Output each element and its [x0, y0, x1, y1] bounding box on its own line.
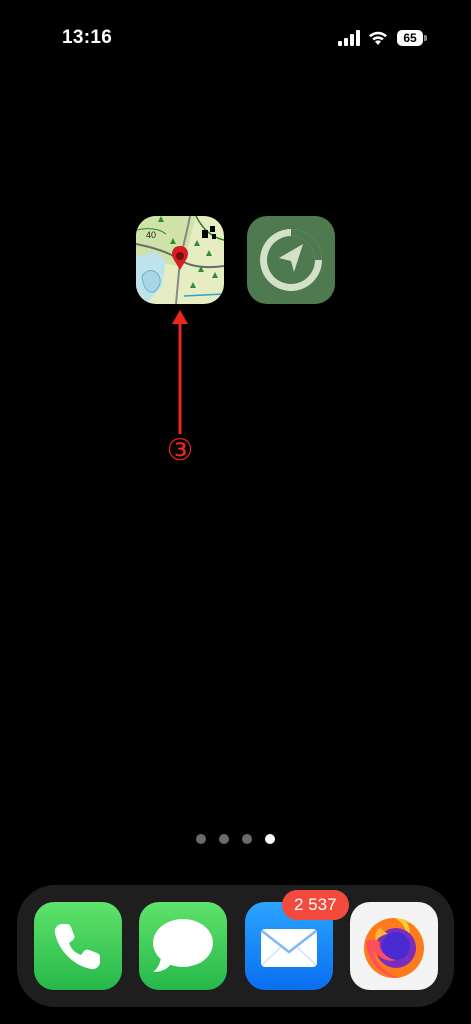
battery-level: 65	[397, 30, 423, 46]
status-bar: 13:16 65	[0, 0, 471, 70]
navigation-compass-app-icon[interactable]	[247, 216, 335, 304]
page-dot-active[interactable]	[265, 834, 275, 844]
page-dot[interactable]	[219, 834, 229, 844]
signal-icon	[338, 30, 360, 46]
mail-unread-badge: 2 537	[282, 890, 349, 920]
topographic-map-app-icon[interactable]: 40	[136, 216, 224, 304]
firefox-icon	[364, 918, 424, 978]
topo-map-graphic: 40	[136, 216, 224, 304]
annotation-step-label: ③	[166, 433, 194, 468]
battery-icon: 65	[397, 30, 429, 46]
compass-graphic	[260, 229, 322, 291]
annotation-arrow	[172, 310, 188, 434]
firefox-app-icon[interactable]	[350, 902, 438, 990]
page-dot[interactable]	[242, 834, 252, 844]
page-dot[interactable]	[196, 834, 206, 844]
wifi-icon	[369, 31, 387, 45]
phone-app-icon[interactable]	[34, 902, 122, 990]
svg-text:40: 40	[146, 230, 156, 240]
messages-icon	[153, 919, 213, 972]
battery-cap	[424, 35, 427, 41]
phone-icon	[54, 924, 100, 970]
dock: 2 537	[17, 885, 454, 1007]
status-time: 13:16	[62, 27, 113, 48]
mail-app-icon[interactable]: 2 537	[245, 890, 349, 990]
messages-app-icon[interactable]	[139, 902, 227, 990]
page-indicator[interactable]	[0, 834, 471, 844]
